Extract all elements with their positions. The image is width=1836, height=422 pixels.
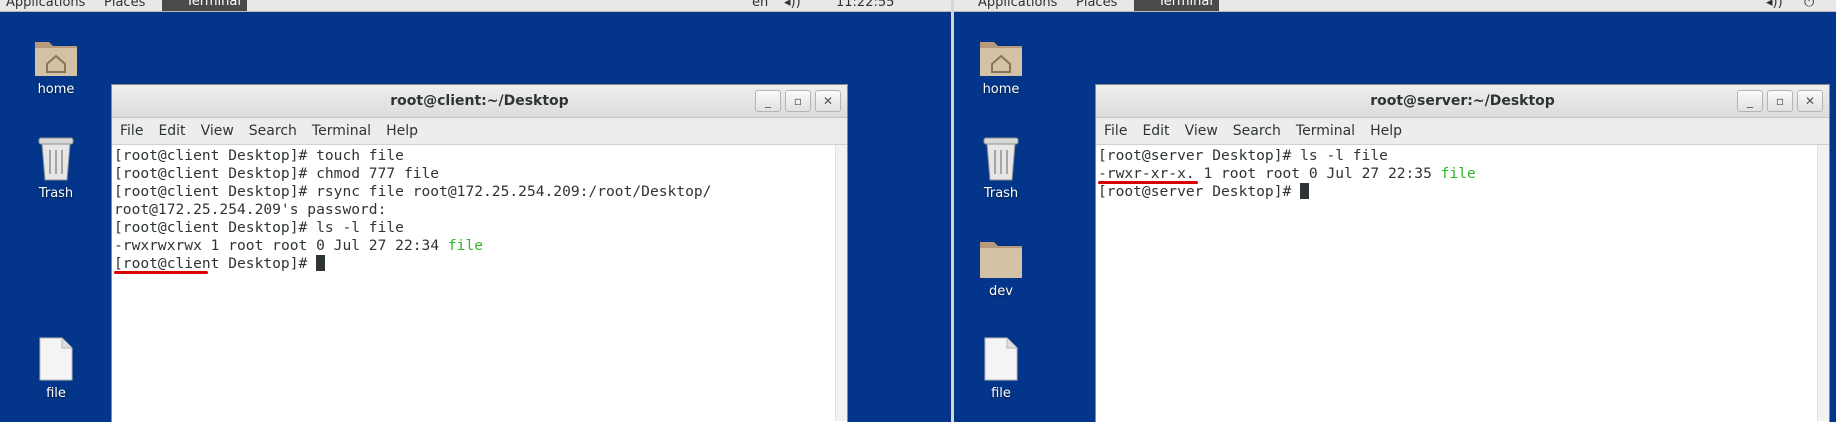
shell-prompt: [root@client Desktop]# (114, 255, 317, 272)
scrollbar[interactable] (1817, 145, 1829, 421)
top-panel: Applications Places Terminal en ◂)) 11:2… (0, 0, 951, 12)
ls-details: 1 root root 0 Jul 27 22:34 (201, 237, 448, 254)
volume-icon[interactable]: ◂)) (784, 0, 801, 10)
prompt-line: [root@server Desktop]# (1098, 183, 1829, 201)
desktop-icon-trash[interactable]: Trash (16, 134, 96, 201)
terminal-output[interactable]: [root@client Desktop]# touch file [root@… (112, 145, 847, 421)
menu-file[interactable]: File (1104, 123, 1127, 139)
desktop-client: Applications Places Terminal en ◂)) 11:2… (0, 0, 951, 422)
close-button[interactable]: ✕ (1797, 90, 1823, 112)
ls-output-line: -rwxr-xr-x. 1 root root 0 Jul 27 22:35 f… (1098, 165, 1829, 183)
terminal-window-server[interactable]: root@server:~/Desktop _ ▫ ✕ File Edit Vi… (1095, 84, 1830, 422)
home-folder-icon (35, 42, 77, 76)
menu-search[interactable]: Search (249, 123, 297, 139)
desktop-icon-file[interactable]: file (961, 336, 1041, 401)
terminal-output[interactable]: [root@server Desktop]# ls -l file -rwxr-… (1096, 145, 1829, 421)
terminal-line: [root@client Desktop]# touch file (114, 147, 404, 164)
taskbar-terminal[interactable]: Terminal (1134, 0, 1219, 11)
folder-icon (980, 242, 1022, 278)
terminal-line: [root@server Desktop]# ls -l file (1098, 147, 1388, 164)
trash-icon (983, 137, 1019, 181)
places-menu[interactable]: Places (104, 0, 145, 10)
window-title: root@server:~/Desktop (1370, 93, 1555, 109)
trash-icon (38, 137, 74, 181)
close-button[interactable]: ✕ (815, 90, 841, 112)
menu-edit[interactable]: Edit (158, 123, 185, 139)
taskbar-terminal[interactable]: Terminal (162, 0, 247, 11)
menu-help[interactable]: Help (386, 123, 418, 139)
menu-edit[interactable]: Edit (1142, 123, 1169, 139)
keyboard-language[interactable]: en (752, 0, 768, 10)
top-panel: Applications Places Terminal ◂)) ⏻ (954, 0, 1836, 12)
desktop-icon-home[interactable]: home (961, 34, 1041, 97)
text-cursor (1300, 183, 1310, 199)
maximize-button[interactable]: ▫ (785, 90, 811, 112)
desktop-icon-home[interactable]: home (16, 34, 96, 97)
terminal-line: root@172.25.254.209's password: (114, 201, 387, 218)
home-folder-icon (980, 42, 1022, 76)
menu-terminal[interactable]: Terminal (1296, 123, 1355, 139)
menu-terminal[interactable]: Terminal (312, 123, 371, 139)
applications-menu[interactable]: Applications (978, 0, 1057, 10)
ls-details: 1 root root 0 Jul 27 22:35 (1194, 165, 1441, 182)
clock[interactable]: 11:22:55 (836, 0, 894, 10)
file-icon (39, 337, 73, 381)
menu-bar: File Edit View Search Terminal Help (1096, 118, 1829, 145)
desktop-icon-trash[interactable]: Trash (961, 134, 1041, 201)
permission-string: -rwxrwxrwx (114, 237, 202, 254)
terminal-line: [root@client Desktop]# rsync file root@1… (114, 183, 712, 200)
menu-view[interactable]: View (1185, 123, 1218, 139)
prompt-line: [root@client Desktop]# (114, 255, 847, 273)
minimize-button[interactable]: _ (755, 90, 781, 112)
red-underline-annotation (114, 271, 208, 274)
terminal-window-client[interactable]: root@client:~/Desktop _ ▫ ✕ File Edit Vi… (111, 84, 848, 422)
text-cursor (316, 255, 326, 271)
window-titlebar[interactable]: root@server:~/Desktop _ ▫ ✕ (1096, 85, 1829, 118)
menu-view[interactable]: View (201, 123, 234, 139)
applications-menu[interactable]: Applications (6, 0, 85, 10)
minimize-button[interactable]: _ (1737, 90, 1763, 112)
maximize-button[interactable]: ▫ (1767, 90, 1793, 112)
red-underline-annotation (1098, 181, 1198, 184)
menu-file[interactable]: File (120, 123, 143, 139)
window-titlebar[interactable]: root@client:~/Desktop _ ▫ ✕ (112, 85, 847, 118)
desktop-icon-dev[interactable]: dev (961, 236, 1041, 299)
menu-help[interactable]: Help (1370, 123, 1402, 139)
file-icon (984, 337, 1018, 381)
terminal-line: [root@client Desktop]# ls -l file (114, 219, 404, 236)
places-menu[interactable]: Places (1076, 0, 1117, 10)
scrollbar[interactable] (835, 145, 847, 421)
ls-output-line: -rwxrwxrwx 1 root root 0 Jul 27 22:34 fi… (114, 237, 847, 255)
desktop-server: Applications Places Terminal ◂)) ⏻ home … (954, 0, 1836, 422)
menu-search[interactable]: Search (1233, 123, 1281, 139)
file-name: file (1440, 165, 1476, 182)
permission-string: -rwxr-xr-x. (1098, 165, 1195, 182)
window-title: root@client:~/Desktop (390, 93, 569, 109)
shell-prompt: [root@server Desktop]# (1098, 183, 1301, 200)
power-icon[interactable]: ⏻ (1804, 0, 1814, 10)
terminal-line: [root@client Desktop]# chmod 777 file (114, 165, 440, 182)
desktop-icon-file[interactable]: file (16, 336, 96, 401)
volume-icon[interactable]: ◂)) (1766, 0, 1783, 10)
menu-bar: File Edit View Search Terminal Help (112, 118, 847, 145)
file-name: file (447, 237, 484, 254)
